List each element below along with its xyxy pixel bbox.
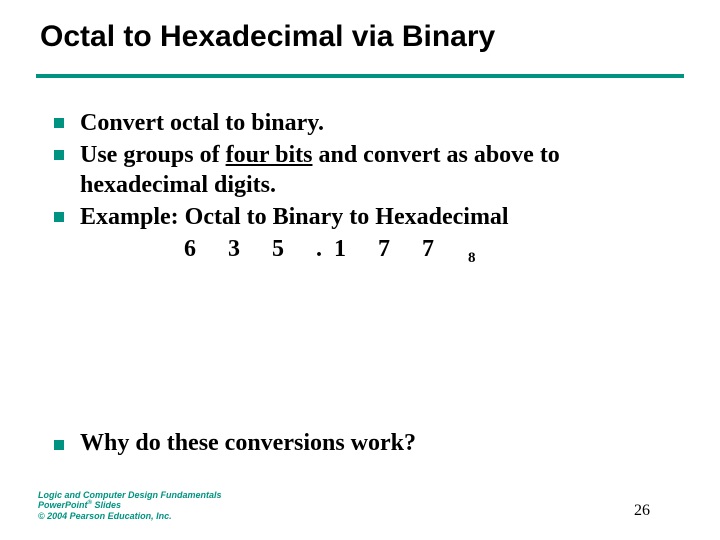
digit: 5 [272, 234, 316, 264]
slide-title: Octal to Hexadecimal via Binary [40, 20, 495, 54]
text-fragment: Use groups of [80, 142, 226, 168]
digit: 6 [184, 234, 228, 264]
bullet-item: Why do these conversions work? [54, 430, 416, 459]
digit: 1 [334, 234, 378, 264]
footer-line: Logic and Computer Design Fundamentals [38, 490, 222, 501]
slide: Octal to Hexadecimal via Binary Convert … [0, 0, 720, 540]
bullet-item: Convert octal to binary. [54, 108, 680, 138]
bullet-item: Use groups of four bits and convert as a… [54, 140, 680, 200]
digit: 7 [422, 234, 466, 264]
bullet-text: Why do these conversions work? [80, 430, 416, 457]
footer-line: © 2004 Pearson Education, Inc. [38, 511, 222, 522]
bullet-item: Example: Octal to Binary to Hexadecimal [54, 202, 680, 232]
bullet-square-icon [54, 212, 64, 222]
digit: 3 [228, 234, 272, 264]
content-area: Convert octal to binary. Use groups of f… [54, 108, 680, 268]
bullet-square-icon [54, 118, 64, 128]
page-number: 26 [634, 502, 650, 520]
underlined-text: four bits [226, 142, 313, 168]
text-fragment: Slides [92, 500, 121, 510]
subscript-base: 8 [468, 250, 476, 266]
example-digits: 635.1778 [184, 234, 680, 268]
footer-credit: Logic and Computer Design Fundamentals P… [38, 490, 222, 522]
title-underline [36, 74, 684, 78]
bullet-text: Example: Octal to Binary to Hexadecimal [80, 202, 680, 232]
bullet-text: Convert octal to binary. [80, 108, 680, 138]
text-fragment: PowerPoint [38, 500, 88, 510]
radix-point: . [316, 234, 334, 264]
bullet-square-icon [54, 150, 64, 160]
footer-line: PowerPoint® Slides [38, 500, 222, 511]
bullet-text: Use groups of four bits and convert as a… [80, 140, 680, 200]
bullet-square-icon [54, 440, 64, 450]
digit: 7 [378, 234, 422, 264]
